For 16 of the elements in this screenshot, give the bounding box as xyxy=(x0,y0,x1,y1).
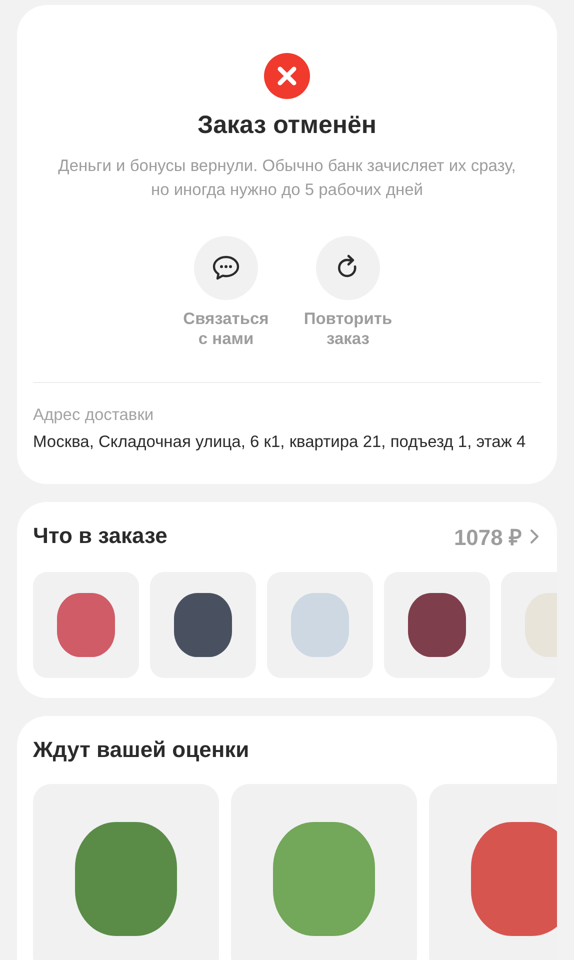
address-label: Адрес доставки xyxy=(33,406,155,425)
address-value: Москва, Складочная улица, 6 к1, квартира 21, подъезд 1, этаж 4 xyxy=(33,432,527,453)
refund-message: Деньги и бонусы вернули. Обычно банк зачисляет их сразу, но иногда нужно до 5 рабочих дней xyxy=(57,156,517,201)
order-total-link[interactable]: 1078 ₽ xyxy=(454,521,539,551)
order-status-title: Заказ отменён xyxy=(197,111,377,140)
error-icon xyxy=(264,53,310,99)
product-photo[interactable] xyxy=(150,572,256,678)
section-title: Ждут вашей оценки xyxy=(33,737,250,763)
product-photo[interactable] xyxy=(33,784,219,960)
chat-bubble-icon xyxy=(212,255,240,281)
product-photo[interactable] xyxy=(384,572,490,678)
section-title: Что в заказе xyxy=(33,523,168,549)
repeat-order-button[interactable]: Повторить заказ xyxy=(301,236,395,349)
contact-us-button[interactable]: Связаться с нами xyxy=(179,236,273,349)
chevron-right-icon xyxy=(530,528,539,544)
product-photo[interactable] xyxy=(33,572,139,678)
